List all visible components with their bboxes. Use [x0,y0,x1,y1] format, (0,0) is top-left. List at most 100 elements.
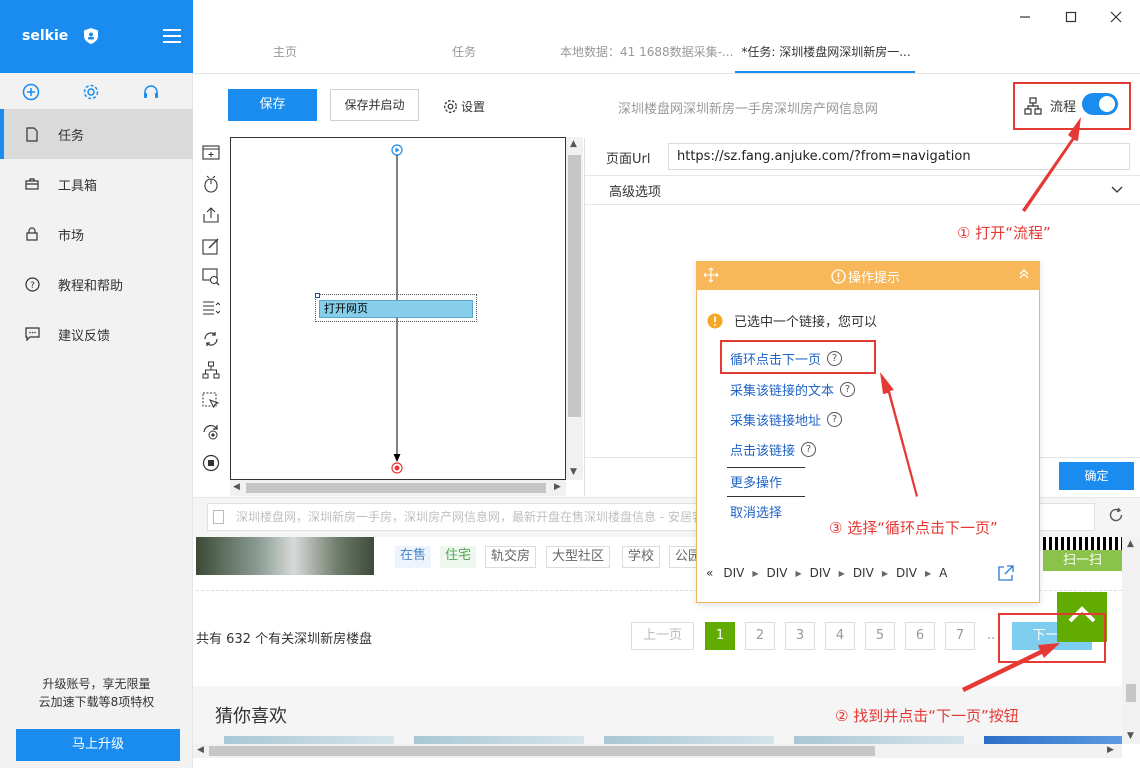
extract-link-url-option[interactable]: 采集该链接地址? [730,410,843,429]
breadcrumb-item[interactable]: DIV [810,566,831,580]
mouse-click-icon[interactable] [200,173,222,195]
canvas-vertical-scrollbar[interactable]: ▲ ▼ [566,137,583,480]
recommendation-thumbnail[interactable] [414,736,584,744]
pagination-page[interactable]: 7 [945,622,975,650]
gear-icon [443,99,458,114]
scroll-thumb[interactable] [246,483,546,493]
export-icon[interactable] [200,204,222,226]
toolbox-icon [24,176,40,192]
shield-icon[interactable] [84,28,98,44]
listing-count-text: 共有 632 个有关深圳新房楼盘 [196,632,373,647]
open-external-icon[interactable] [997,565,1014,586]
flow-node-open-page[interactable]: 打开网页 [319,300,473,318]
settings-button[interactable]: 设置 [443,96,485,116]
headset-icon[interactable] [140,81,162,103]
edit-icon[interactable] [200,235,222,257]
click-link-option[interactable]: 点击该链接? [730,440,817,459]
scroll-thumb[interactable] [568,155,581,417]
hamburger-menu-icon[interactable] [163,29,181,43]
scroll-up-icon[interactable]: ▲ [570,139,577,149]
breadcrumb-item[interactable]: DIV [723,566,744,580]
tab-tasks[interactable]: 任务 [434,43,494,65]
url-input[interactable]: https://sz.fang.anjuke.com/?from=navigat… [668,143,1130,170]
pagination-page[interactable]: 3 [785,622,815,650]
scroll-right-icon[interactable]: ▶ [1107,745,1114,755]
list-options-icon[interactable] [200,297,222,319]
loop-icon[interactable] [200,328,222,350]
breadcrumb-back-icon[interactable]: « [706,566,713,580]
add-step-icon[interactable] [200,142,222,164]
recommendation-thumbnail[interactable] [224,736,394,744]
captcha-icon[interactable] [200,266,222,288]
sidebar-item-help[interactable]: ? 教程和帮助 [0,259,193,309]
scroll-left-icon[interactable]: ◀ [197,745,204,755]
recommendation-thumbnail[interactable] [984,736,1122,744]
save-and-start-button[interactable]: 保存并启动 [330,89,419,121]
recycle-icon[interactable] [200,421,222,443]
move-icon[interactable] [703,267,719,287]
page-vertical-scrollbar[interactable]: ▲ ▼ [1122,537,1140,744]
recommendation-thumbnail[interactable] [604,736,774,744]
pagination-page[interactable]: 1 [705,622,735,650]
cancel-selection-option[interactable]: 取消选择 [730,502,782,521]
breadcrumb-item[interactable]: DIV [896,566,917,580]
branch-icon[interactable] [200,359,222,381]
tag-large-community: 大型社区 [546,546,611,568]
select-pointer-icon[interactable] [200,390,222,412]
stop-icon[interactable] [200,452,222,474]
annotation-highlight-next [998,613,1106,663]
chevron-down-icon[interactable] [1111,183,1123,198]
scroll-down-icon[interactable]: ▼ [1127,731,1134,741]
maximize-icon[interactable] [1059,6,1083,28]
upgrade-button[interactable]: 马上升级 [16,729,180,761]
pagination-page[interactable]: 2 [745,622,775,650]
sidebar-item-market[interactable]: 市场 [0,209,193,259]
property-image[interactable] [196,537,374,575]
pagination-page[interactable]: 4 [825,622,855,650]
warning-icon [707,313,723,329]
tag-on-sale: 在售 [395,546,432,568]
scroll-down-icon[interactable]: ▼ [570,467,577,477]
gear-icon[interactable] [80,81,102,103]
close-icon[interactable] [1104,6,1128,28]
breadcrumb-separator-icon: ▶ [924,568,932,578]
scroll-up-icon[interactable]: ▲ [1127,539,1134,549]
url-label: 页面Url [606,152,651,167]
minimize-icon[interactable] [1013,6,1037,28]
svg-text:?: ? [30,281,35,291]
help-icon[interactable]: ? [840,382,856,397]
recommendation-thumbnail[interactable] [794,736,964,744]
collapse-up-icon[interactable] [1018,268,1030,284]
canvas-horizontal-scrollbar[interactable]: ◀ ▶ [230,480,566,496]
scroll-right-icon[interactable]: ▶ [554,482,561,492]
node-handle[interactable] [315,293,320,298]
help-icon[interactable]: ? [827,412,843,427]
breadcrumb-item[interactable]: DIV [767,566,788,580]
scan-label[interactable]: 扫一扫 [1043,550,1122,571]
pagination-page[interactable]: 6 [905,622,935,650]
flow-canvas[interactable]: 打开网页 [230,137,566,480]
breadcrumb-item[interactable]: DIV [853,566,874,580]
advanced-options-row[interactable] [585,175,1140,205]
refresh-icon[interactable] [1108,507,1124,527]
extract-link-text-option[interactable]: 采集该链接的文本? [730,380,856,399]
save-button[interactable]: 保存 [228,89,317,121]
add-icon[interactable] [20,81,42,103]
breadcrumb-item[interactable]: A [939,566,947,580]
scroll-thumb[interactable] [209,746,875,756]
scroll-left-icon[interactable]: ◀ [233,482,240,492]
more-actions-option[interactable]: 更多操作 [730,472,782,491]
pagination-prev[interactable]: 上一页 [631,622,694,650]
sidebar-item-tasks[interactable]: 任务 [0,109,193,159]
confirm-button[interactable]: 确定 [1059,462,1134,490]
tab-home[interactable]: 主页 [255,43,315,65]
help-icon[interactable]: ? [801,442,817,457]
page-horizontal-scrollbar[interactable]: ◀ ▶ [193,744,1122,758]
sidebar-item-toolbox[interactable]: 工具箱 [0,159,193,209]
pagination-page[interactable]: 5 [865,622,895,650]
tab-local-data[interactable]: 本地数据：41 1688数据采集-... [560,43,733,65]
sidebar-item-feedback[interactable]: 建议反馈 [0,309,193,359]
scroll-thumb[interactable] [1126,684,1136,702]
annotation-step-2: ② 找到并点击“下一页”按钮 [835,707,1019,725]
tab-current-task[interactable]: *任务: 深圳楼盘网深圳新房一... [740,43,912,65]
